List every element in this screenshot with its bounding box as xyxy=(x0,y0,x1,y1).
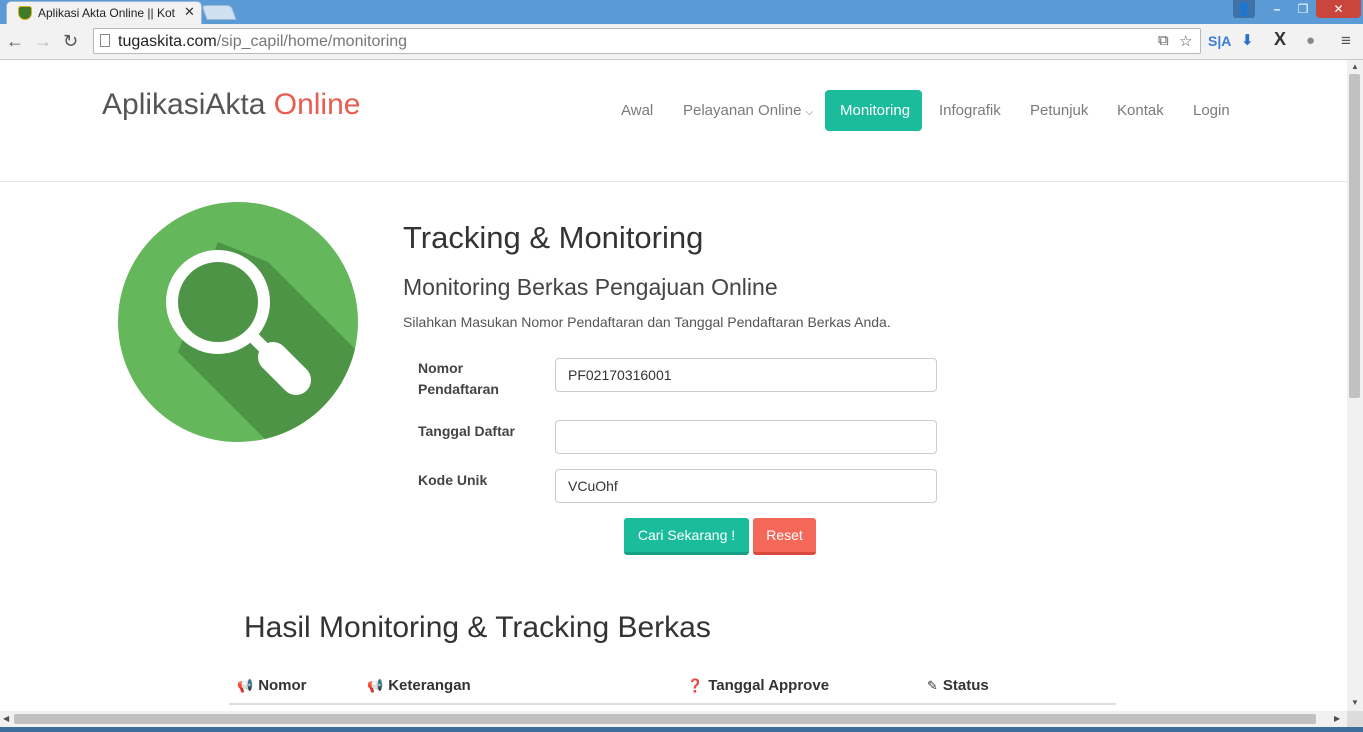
reload-icon[interactable]: ↻ xyxy=(63,31,78,51)
reset-button[interactable]: Reset xyxy=(753,518,816,555)
scroll-right-arrow-icon[interactable]: ▶ xyxy=(1334,714,1340,723)
scroll-down-arrow-icon[interactable]: ▼ xyxy=(1351,698,1359,707)
tanggal-daftar-label: Tanggal Daftar xyxy=(418,423,515,439)
nomor-pendaftaran-input[interactable] xyxy=(555,358,937,392)
close-tab-icon[interactable]: ✕ xyxy=(184,4,195,20)
page-subtitle: Monitoring Berkas Pengajuan Online xyxy=(403,274,778,300)
page-title: Tracking & Monitoring xyxy=(403,220,704,255)
megaphone-icon: 📢 xyxy=(367,678,384,693)
new-tab-button[interactable] xyxy=(201,5,237,20)
vertical-scroll-thumb[interactable] xyxy=(1349,74,1360,398)
results-title: Hasil Monitoring & Tracking Berkas xyxy=(244,611,711,644)
url-text: tugaskita.com/sip_capil/home/monitoring xyxy=(118,33,408,50)
translate-icon[interactable]: ⧉ xyxy=(1158,32,1169,49)
nav-item-kontak[interactable]: Kontak xyxy=(1117,90,1164,131)
close-window-button[interactable]: ✕ xyxy=(1316,0,1361,18)
column-header-keterangan: 📢 Keterangan xyxy=(367,677,471,694)
vertical-scrollbar[interactable]: ▲ ▼ xyxy=(1347,60,1363,711)
user-profile-icon[interactable]: 👤 xyxy=(1233,0,1255,18)
browser-tab-active[interactable]: Aplikasi Akta Online || Kot ✕ xyxy=(6,1,202,24)
edit-icon: ✎ xyxy=(927,678,938,693)
page-description: Silahkan Masukan Nomor Pendaftaran dan T… xyxy=(403,314,891,330)
browser-titlebar: Aplikasi Akta Online || Kot ✕ 👤 – ❐ ✕ xyxy=(0,0,1363,24)
sa-extension-icon[interactable]: S|A xyxy=(1208,32,1231,50)
nav-item-pelayanan-online[interactable]: Pelayanan Online ⌵ xyxy=(683,90,813,131)
megaphone-icon: 📢 xyxy=(237,678,254,693)
kode-unik-input[interactable] xyxy=(555,469,937,503)
horizontal-scroll-thumb[interactable] xyxy=(14,714,1316,724)
column-header-nomor: 📢 Nomor xyxy=(237,677,307,694)
scroll-up-arrow-icon[interactable]: ▲ xyxy=(1351,62,1359,71)
address-bar[interactable]: tugaskita.com/sip_capil/home/monitoring … xyxy=(93,28,1201,54)
globe-extension-icon[interactable]: ● xyxy=(1306,32,1315,50)
column-header-tanggal-approve: ❓ Tanggal Approve xyxy=(687,677,830,694)
restore-window-button[interactable]: ❐ xyxy=(1290,0,1316,18)
column-header-status: ✎ Status xyxy=(927,677,989,694)
chevron-down-icon: ⌵ xyxy=(805,107,814,118)
page-icon xyxy=(100,34,110,47)
nav-item-awal[interactable]: Awal xyxy=(621,90,653,131)
table-header-rule xyxy=(229,703,1116,705)
nomor-pendaftaran-label: Nomor Pendaftaran xyxy=(418,360,499,397)
x-extension-icon[interactable]: X xyxy=(1274,30,1286,48)
kode-unik-label: Kode Unik xyxy=(418,472,488,488)
site-favicon-icon xyxy=(18,6,32,20)
minimize-window-button[interactable]: – xyxy=(1264,0,1290,18)
bookmark-star-icon[interactable]: ☆ xyxy=(1179,32,1192,50)
download-extension-icon[interactable]: ⬇ xyxy=(1241,32,1254,50)
site-brand[interactable]: AplikasiAkta Online xyxy=(102,88,360,122)
tab-title: Aplikasi Akta Online || Kot xyxy=(38,6,175,20)
magnifier-icon xyxy=(118,202,358,442)
nav-item-infografik[interactable]: Infografik xyxy=(939,90,1001,131)
horizontal-scrollbar[interactable]: ◀ ▶ xyxy=(0,711,1347,727)
nav-item-monitoring[interactable]: Monitoring xyxy=(825,90,922,131)
search-button[interactable]: Cari Sekarang ! xyxy=(624,518,749,555)
tanggal-daftar-input[interactable] xyxy=(555,420,937,454)
page-viewport: AplikasiAkta Online Awal Pelayanan Onlin… xyxy=(0,60,1347,711)
back-arrow-icon[interactable]: ← xyxy=(6,31,24,51)
scrollbar-corner xyxy=(1347,711,1363,727)
browser-toolbar: ← → ↻ tugaskita.com/sip_capil/home/monit… xyxy=(0,24,1363,60)
question-circle-icon: ❓ xyxy=(687,678,704,693)
scroll-left-arrow-icon[interactable]: ◀ xyxy=(3,714,9,723)
forward-arrow-icon[interactable]: → xyxy=(34,31,52,51)
header-divider xyxy=(0,181,1347,182)
nav-item-petunjuk[interactable]: Petunjuk xyxy=(1030,90,1088,131)
os-taskbar xyxy=(0,727,1363,732)
browser-menu-icon[interactable]: ≡ xyxy=(1341,32,1351,50)
nav-item-login[interactable]: Login xyxy=(1193,90,1230,131)
